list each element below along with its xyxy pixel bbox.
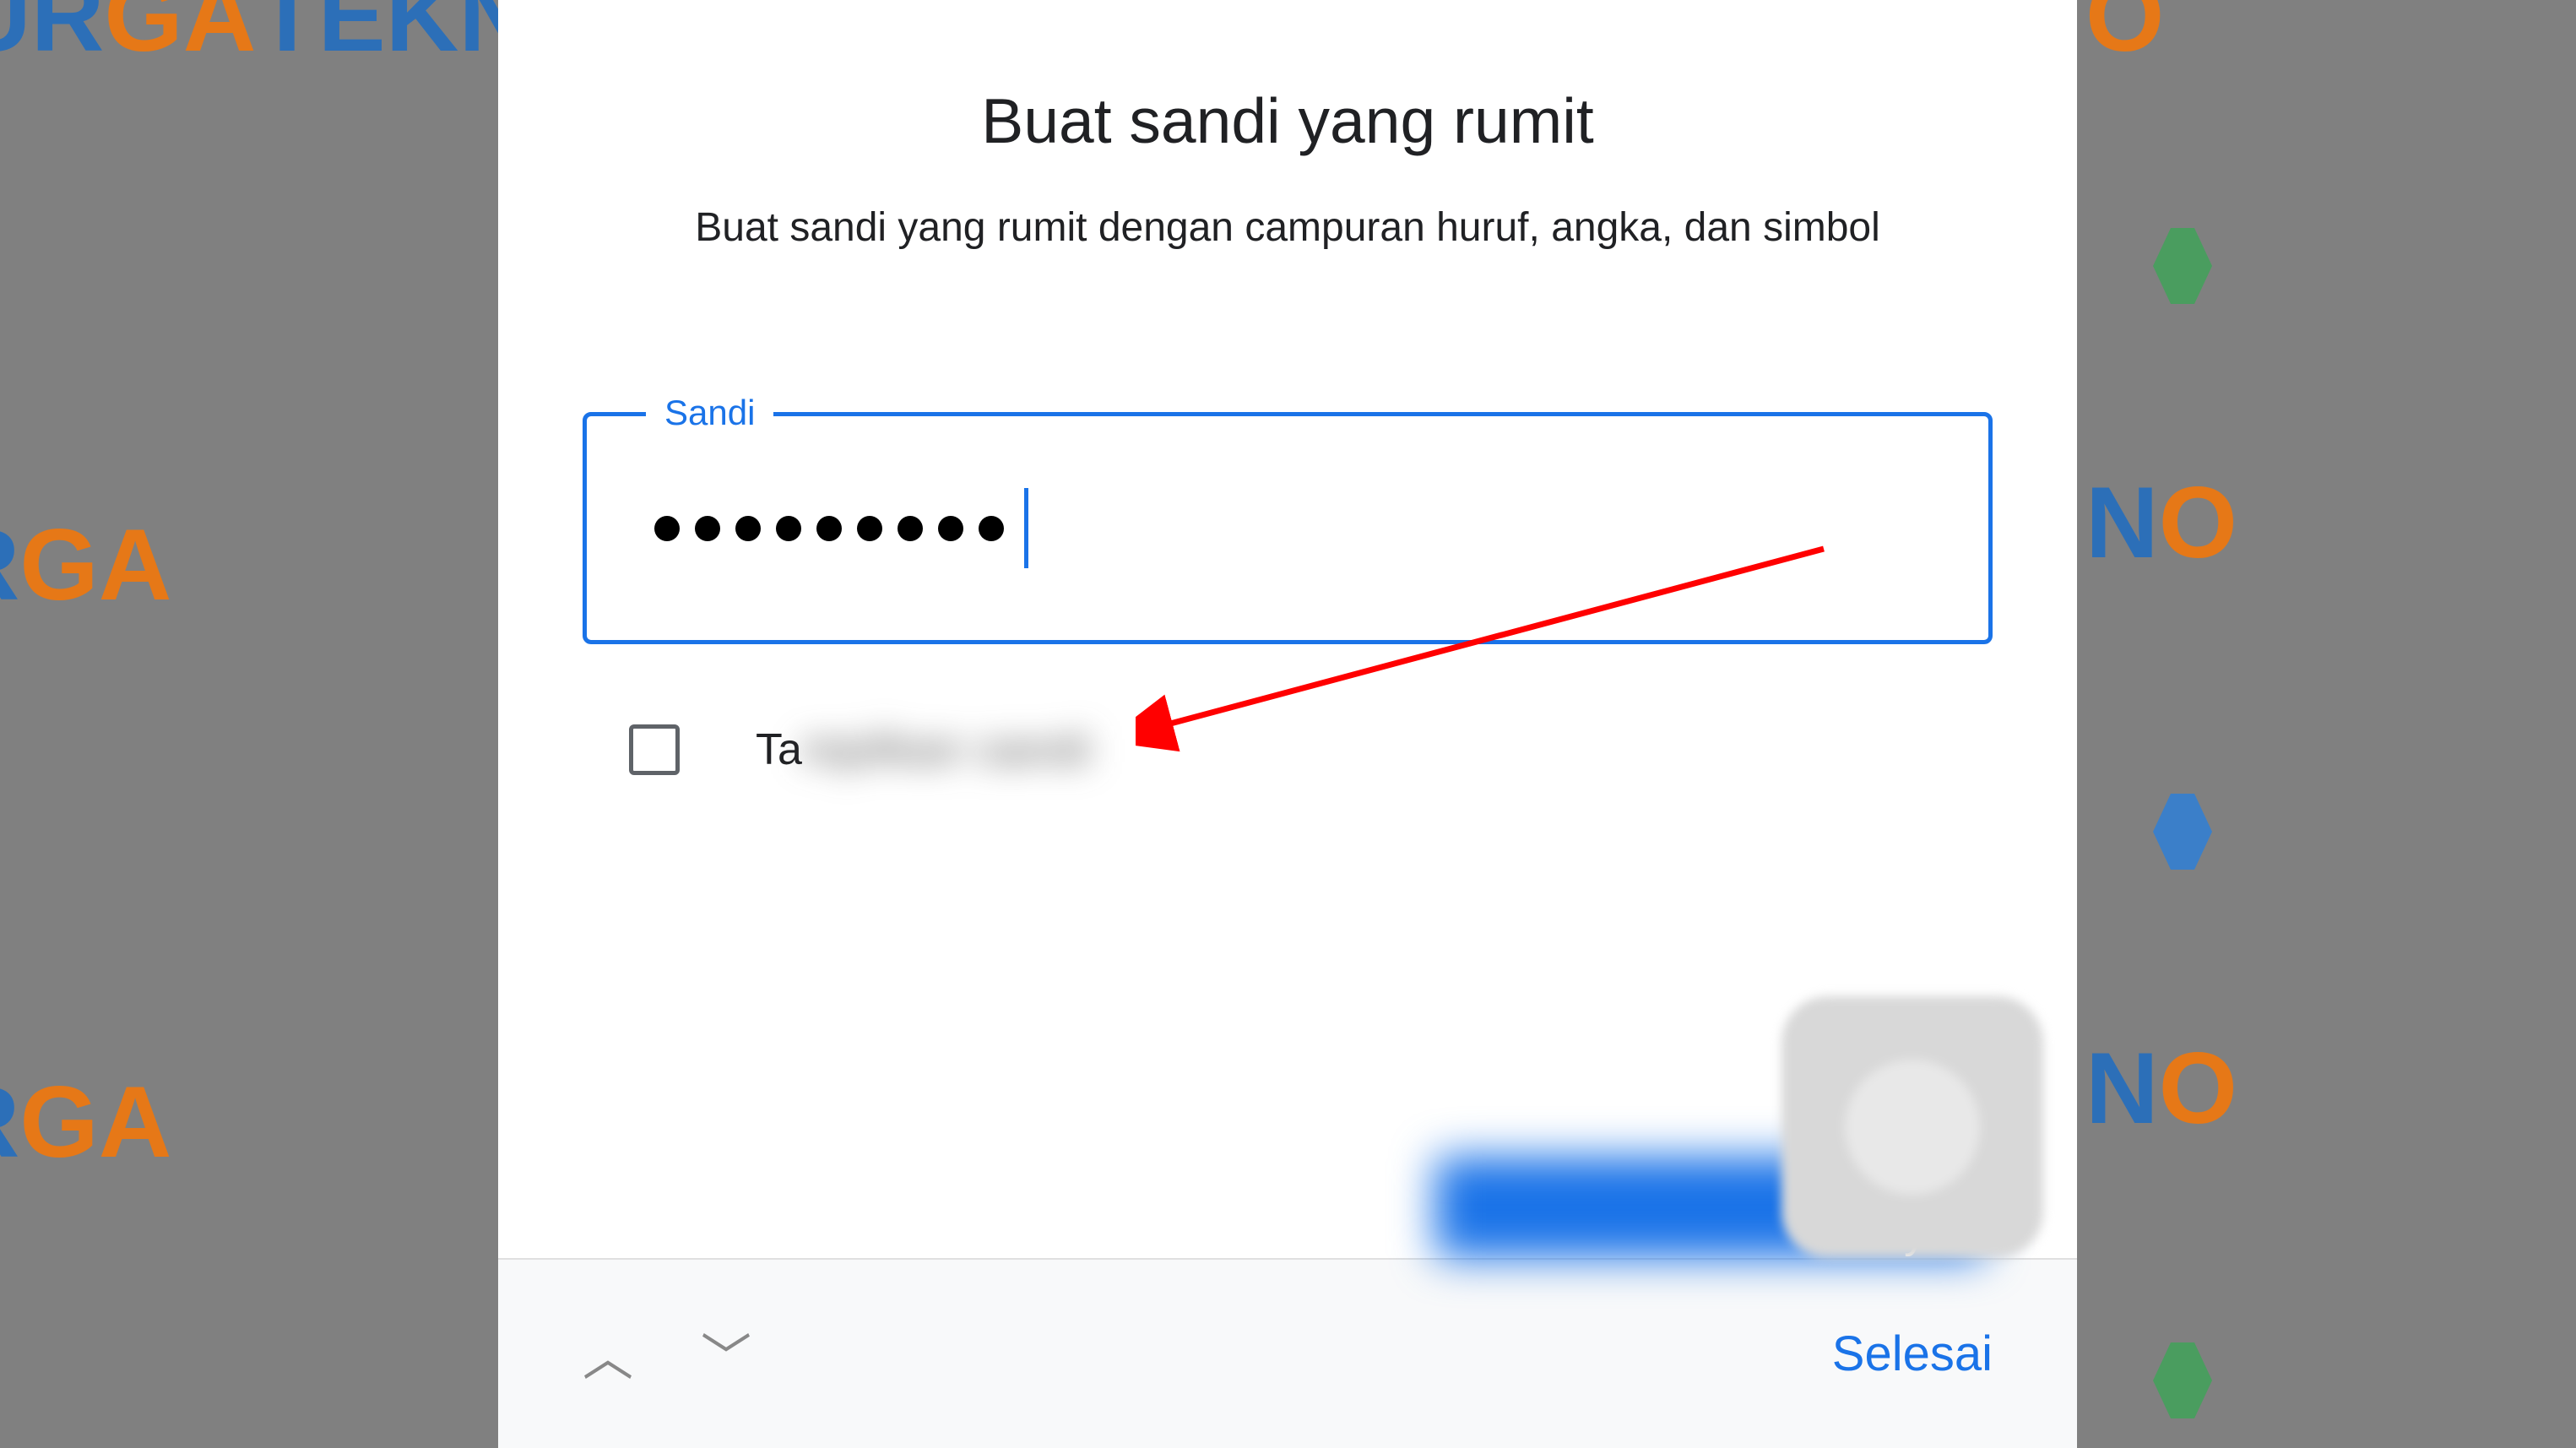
password-dot	[695, 516, 720, 541]
keyboard-done-button[interactable]: Selesai	[1832, 1326, 1993, 1382]
password-field-container[interactable]: Sandi	[583, 412, 1993, 644]
show-password-row: Ta mpilkan sandi	[583, 724, 1993, 775]
password-field-label: Sandi	[646, 393, 773, 433]
password-dot	[857, 516, 882, 541]
password-create-card: Buat sandi yang rumit Buat sandi yang ru…	[498, 0, 2077, 1448]
password-dot	[816, 516, 842, 541]
password-dot	[735, 516, 761, 541]
password-dot	[979, 516, 1004, 541]
keyboard-nav-arrows: ︿ ﹀	[583, 1317, 751, 1391]
text-cursor	[1024, 488, 1028, 568]
keyboard-accessory-bar: ︿ ﹀ Selesai	[498, 1258, 2077, 1448]
password-dot	[938, 516, 963, 541]
show-password-label-blurred: mpilkan sandi	[802, 724, 1093, 775]
keyboard-next-icon[interactable]: ﹀	[701, 1317, 751, 1391]
password-input[interactable]	[654, 488, 1028, 568]
show-password-label-visible: Ta	[756, 724, 802, 775]
show-password-checkbox[interactable]	[629, 724, 680, 775]
password-dot	[776, 516, 801, 541]
keyboard-prev-icon[interactable]: ︿	[583, 1317, 633, 1391]
password-dot	[898, 516, 923, 541]
page-title: Buat sandi yang rumit	[583, 84, 1993, 157]
assistive-touch-icon	[1845, 1060, 1980, 1195]
page-subtitle: Buat sandi yang rumit dengan campuran hu…	[583, 199, 1993, 256]
password-dot	[654, 516, 680, 541]
assistive-touch-button[interactable]	[1782, 996, 2043, 1258]
